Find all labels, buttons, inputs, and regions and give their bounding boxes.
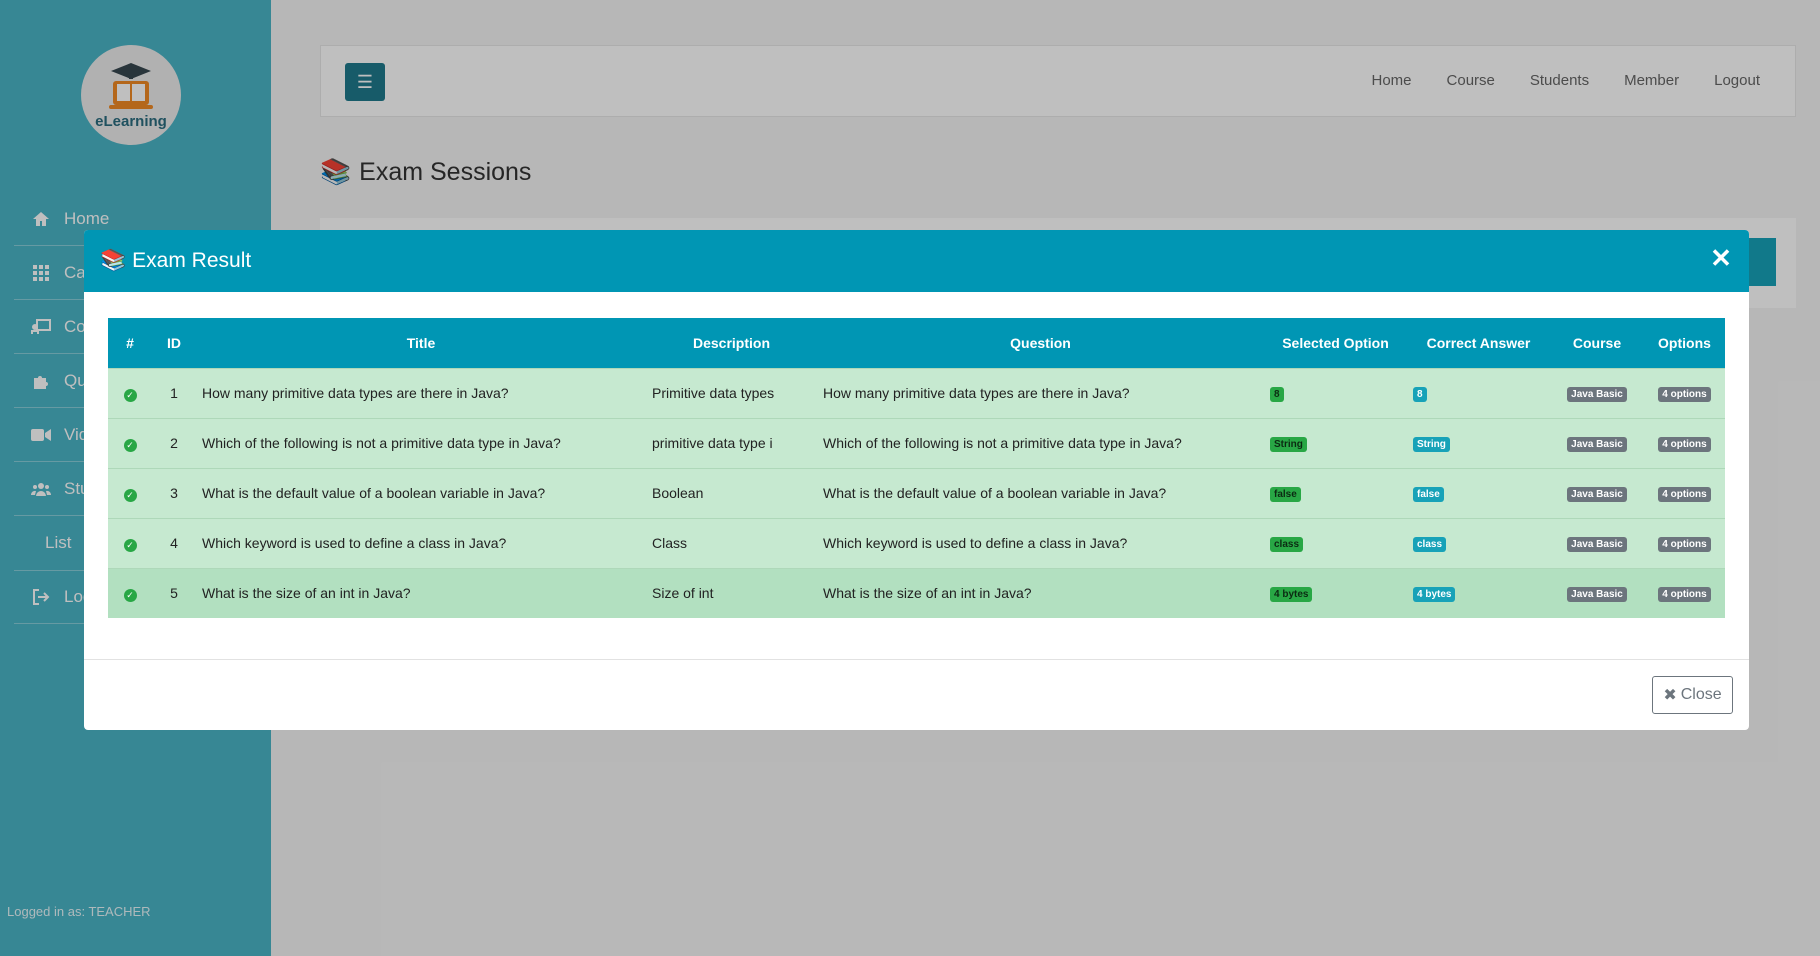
col-header-description: Description (646, 318, 817, 368)
correct-answer-badge: String (1413, 437, 1450, 452)
check-circle-icon: ✓ (123, 438, 137, 452)
cell-question: What is the default value of a boolean v… (817, 467, 1264, 518)
cell-description: Boolean (646, 467, 817, 518)
col-header-course: Course (1550, 318, 1644, 368)
correct-answer-badge: class (1413, 537, 1447, 552)
modal-body: # ID Title Description Question Selected… (84, 292, 1749, 658)
check-circle-icon: ✓ (123, 488, 137, 502)
cell-title: Which keyword is used to define a class … (196, 517, 646, 568)
selected-option-badge: 8 (1270, 387, 1284, 402)
course-badge: Java Basic (1567, 537, 1627, 552)
col-header-correct-answer: Correct Answer (1407, 318, 1550, 368)
cell-question: Which of the following is not a primitiv… (817, 417, 1264, 468)
table-row: ✓ 1 How many primitive data types are th… (108, 367, 1725, 418)
cell-question: Which keyword is used to define a class … (817, 517, 1264, 568)
selected-option-badge: 4 bytes (1270, 587, 1313, 603)
close-icon[interactable]: ✕ (1707, 244, 1735, 272)
course-badge: Java Basic (1567, 387, 1627, 402)
options-badge: 4 options (1658, 437, 1711, 452)
modal-title: Exam Result (132, 249, 252, 272)
modal-header: 📚 Exam Result ✕ (84, 230, 1749, 292)
correct-answer-badge: false (1413, 487, 1444, 502)
cell-title: What is the default value of a boolean v… (196, 467, 646, 518)
cell-title: How many primitive data types are there … (196, 367, 646, 418)
cell-title: What is the size of an int in Java? (196, 567, 646, 618)
check-circle-icon: ✓ (123, 538, 137, 552)
cell-id: 3 (152, 467, 196, 518)
options-badge: 4 options (1658, 387, 1711, 402)
modal-footer: ✖ Close (84, 659, 1749, 730)
close-button-label: Close (1680, 686, 1722, 703)
table-header-row: # ID Title Description Question Selected… (108, 318, 1725, 368)
cell-question: How many primitive data types are there … (817, 367, 1264, 418)
table-row: ✓ 2 Which of the following is not a prim… (108, 417, 1725, 468)
close-button[interactable]: ✖ Close (1652, 676, 1733, 714)
cell-question: What is the size of an int in Java? (817, 567, 1264, 618)
correct-answer-badge: 8 (1413, 387, 1427, 402)
col-header-id: ID (152, 318, 196, 368)
selected-option-badge: false (1270, 487, 1301, 502)
cell-id: 2 (152, 417, 196, 468)
cell-id: 5 (152, 567, 196, 618)
table-row: ✓ 5 What is the size of an int in Java? … (108, 567, 1725, 618)
selected-option-badge: class (1270, 537, 1304, 552)
options-badge: 4 options (1658, 587, 1711, 603)
course-badge: Java Basic (1567, 487, 1627, 502)
cell-description: Size of int (646, 567, 817, 618)
cell-id: 4 (152, 517, 196, 568)
books-icon: 📚 (100, 249, 127, 272)
close-icon: ✖ (1663, 687, 1677, 704)
col-header-number: # (108, 318, 152, 368)
col-header-title: Title (196, 318, 646, 368)
table-row: ✓ 3 What is the default value of a boole… (108, 467, 1725, 518)
course-badge: Java Basic (1567, 587, 1627, 603)
cell-id: 1 (152, 367, 196, 418)
options-badge: 4 options (1658, 487, 1711, 502)
col-header-question: Question (817, 318, 1264, 368)
exam-result-modal: 📚 Exam Result ✕ # ID Title Description Q… (84, 230, 1749, 730)
col-header-selected-option: Selected Option (1264, 318, 1407, 368)
col-header-options: Options (1644, 318, 1725, 368)
course-badge: Java Basic (1567, 437, 1627, 452)
cell-description: primitive data type i (646, 417, 817, 468)
correct-answer-badge: 4 bytes (1413, 587, 1456, 603)
cell-title: Which of the following is not a primitiv… (196, 417, 646, 468)
check-circle-icon: ✓ (123, 388, 137, 402)
selected-option-badge: String (1270, 437, 1307, 452)
options-badge: 4 options (1658, 537, 1711, 552)
cell-description: Primitive data types (646, 367, 817, 418)
check-circle-icon: ✓ (123, 588, 137, 602)
exam-result-table: # ID Title Description Question Selected… (108, 318, 1725, 618)
table-row: ✓ 4 Which keyword is used to define a cl… (108, 517, 1725, 568)
cell-description: Class (646, 517, 817, 568)
